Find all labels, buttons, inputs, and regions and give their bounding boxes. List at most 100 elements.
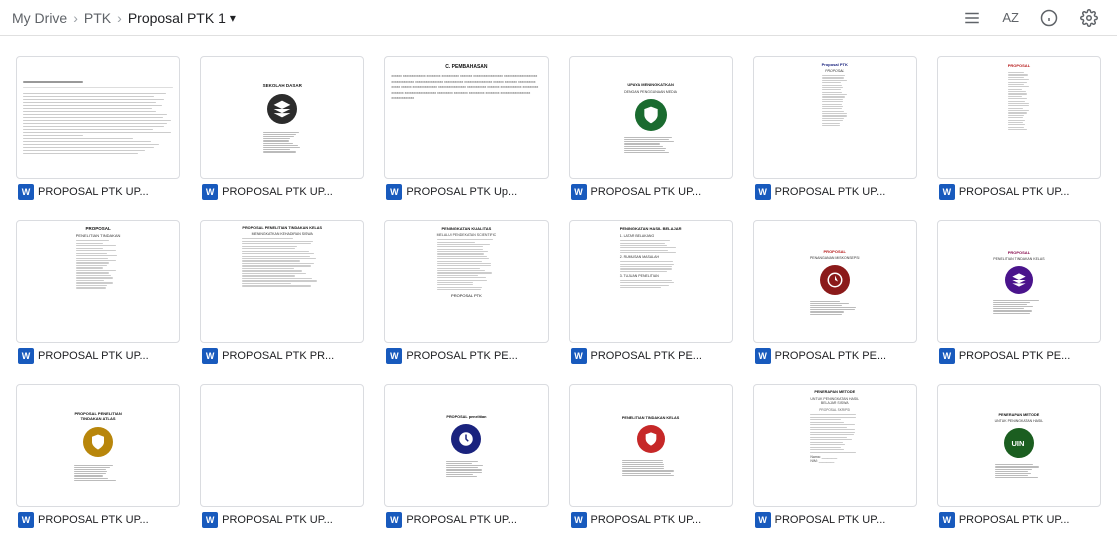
file-name: PROPOSAL PTK UP... — [959, 514, 1099, 526]
word-icon: W — [571, 348, 587, 364]
breadcrumb-current[interactable]: Proposal PTK 1 ▾ — [128, 10, 236, 26]
file-item[interactable]: PROPOSAL PENELITIAN TINDAKAN W PROPOSAL P… — [12, 216, 184, 368]
file-item[interactable]: SEKOLAH DASAR W PROPOSAL PTK UP... — [196, 52, 368, 204]
word-icon: W — [571, 184, 587, 200]
file-name: PROPOSAL PTK UP... — [591, 514, 731, 526]
dropdown-icon[interactable]: ▾ — [230, 11, 236, 25]
file-thumbnail: PROPOSAL PENELITIAN TINDAKAN KELAS MENIN… — [200, 220, 364, 343]
file-item[interactable]: Proposal PTK PROPOSAL W PROPOSAL PTK UP..… — [749, 52, 921, 204]
file-name: PROPOSAL PTK UP... — [775, 514, 915, 526]
file-label: WPROPOSAL PTK UP... — [16, 184, 180, 200]
file-name: PROPOSAL PTK UP... — [775, 186, 915, 198]
file-thumbnail: PROPOSAL — [937, 56, 1101, 179]
word-icon: W — [755, 512, 771, 528]
file-item[interactable]: PROPOSAL PENANGANAN MISKONSEPSI W PROPOSA… — [749, 216, 921, 368]
file-label: W PROPOSAL PTK UP... — [569, 512, 733, 528]
word-icon: W — [386, 184, 402, 200]
header-bar: My Drive › PTK › Proposal PTK 1 ▾ AZ — [0, 0, 1117, 36]
list-view-button[interactable] — [956, 2, 988, 34]
file-thumbnail: PROPOSAL penelitian — [384, 384, 548, 507]
svg-text:UIN: UIN — [1011, 439, 1024, 448]
word-icon: W — [202, 184, 218, 200]
word-icon: W — [18, 348, 34, 364]
file-label: W PROPOSAL PTK UP... — [16, 512, 180, 528]
sort-button[interactable]: AZ — [996, 6, 1025, 29]
file-item[interactable]: PENERAPAN METODE UNTUK PENINGKATAN HASIL… — [749, 380, 921, 532]
file-thumbnail: PENERAPAN METODE UNTUK PENINGKATAN HASIL… — [937, 384, 1101, 507]
file-item[interactable]: WPROPOSAL PTK UP... — [12, 52, 184, 204]
file-label: W PROPOSAL PTK PE... — [937, 348, 1101, 364]
word-icon: W — [202, 348, 218, 364]
file-label: WPROPOSAL PTK PE... — [384, 348, 548, 364]
file-item[interactable]: PENELITIAN TINDAKAN KELAS W PROPOSAL PTK … — [565, 380, 737, 532]
file-thumbnail: C. PEMBAHASAN xxxxxx xxxxxxxxxxxxx xxxxx… — [384, 56, 548, 179]
file-item[interactable]: UPAYA MENINGKATKAN DENGAN PENGGUNAAN MED… — [565, 52, 737, 204]
file-item[interactable]: PENINGKATAN HASIL BELAJAR 1. LATAR BELAK… — [565, 216, 737, 368]
file-item[interactable]: PROPOSAL PENELITIAN TINDAKAN KELAS MENIN… — [196, 216, 368, 368]
file-item[interactable]: PENERAPAN METODE UNTUK PENINGKATAN HASIL… — [933, 380, 1105, 532]
file-name: PROPOSAL PTK UP... — [222, 514, 362, 526]
file-name: PROPOSAL PTK PE... — [959, 350, 1099, 362]
file-item[interactable]: PENINGKATAN KUALITAS MELALUI PENDEKATAN … — [380, 216, 552, 368]
file-thumbnail: PENINGKATAN HASIL BELAJAR 1. LATAR BELAK… — [569, 220, 733, 343]
word-icon: W — [939, 512, 955, 528]
file-thumbnail: PENELITIAN TINDAKAN KELAS — [569, 384, 733, 507]
file-label: W PROPOSAL PTK PE... — [569, 348, 733, 364]
file-label: W PROPOSAL PTK PR... — [200, 348, 364, 364]
settings-button[interactable] — [1073, 2, 1105, 34]
file-name: PROPOSAL PTK UP... — [222, 186, 362, 198]
file-thumbnail: Proposal PTK PROPOSAL — [753, 56, 917, 179]
header-actions: AZ — [956, 2, 1105, 34]
file-item[interactable]: PROPOSAL WPROPOSAL PTK UP... — [933, 52, 1105, 204]
breadcrumb-folder[interactable]: PTK — [84, 10, 111, 26]
word-icon: W — [18, 512, 34, 528]
file-thumbnail: PENERAPAN METODE UNTUK PENINGKATAN HASIL… — [753, 384, 917, 507]
file-name: PROPOSAL PTK PE... — [775, 350, 915, 362]
file-name: PROPOSAL PTK UP... — [406, 514, 546, 526]
file-name: PROPOSAL PTK Up... — [406, 186, 546, 198]
file-thumbnail: UPAYA MENINGKATKAN DENGAN PENGGUNAAN MED… — [569, 56, 733, 179]
file-name: PROPOSAL PTK PE... — [591, 350, 731, 362]
breadcrumb-root[interactable]: My Drive — [12, 10, 67, 26]
file-name: PROPOSAL PTK UP... — [38, 350, 178, 362]
file-thumbnail — [200, 384, 364, 507]
file-grid: WPROPOSAL PTK UP... SEKOLAH DASAR WPROPO… — [12, 52, 1105, 532]
word-icon: W — [386, 512, 402, 528]
file-label: W PROPOSAL PTK PE... — [753, 348, 917, 364]
file-thumbnail: PROPOSAL PENANGANAN MISKONSEPSI — [753, 220, 917, 343]
file-thumbnail: SEKOLAH DASAR — [200, 56, 364, 179]
file-label: W PROPOSAL PTK UP... — [200, 184, 364, 200]
file-name: PROPOSAL PTK UP... — [38, 514, 178, 526]
file-thumbnail — [16, 56, 180, 179]
breadcrumb-sep2: › — [117, 10, 122, 26]
file-label: W PROPOSAL PTK UP... — [384, 512, 548, 528]
file-name: PROPOSAL PTK PR... — [222, 350, 362, 362]
file-label: W PROPOSAL PTK UP... — [753, 512, 917, 528]
file-thumbnail: PENINGKATAN KUALITAS MELALUI PENDEKATAN … — [384, 220, 548, 343]
file-grid-container: WPROPOSAL PTK UP... SEKOLAH DASAR WPROPO… — [0, 36, 1117, 543]
word-icon: W — [18, 184, 34, 200]
word-icon: W — [755, 348, 771, 364]
file-item[interactable]: PROPOSAL penelitian W PROPOSAL PTK UP... — [380, 380, 552, 532]
word-icon: W — [939, 184, 955, 200]
file-thumbnail: PROPOSAL PENELITIANTINDAKAN ATLAS — [16, 384, 180, 507]
breadcrumb: My Drive › PTK › Proposal PTK 1 ▾ — [12, 10, 956, 26]
file-thumbnail: PROPOSAL PENELITIAN TINDAKAN — [16, 220, 180, 343]
file-name: PROPOSAL PTK UP... — [591, 186, 731, 198]
file-label: W PROPOSAL PTK UP... — [16, 348, 180, 364]
info-button[interactable] — [1033, 2, 1065, 34]
word-icon: W — [755, 184, 771, 200]
file-item[interactable]: W PROPOSAL PTK UP... — [196, 380, 368, 532]
file-item[interactable]: PROPOSAL PENELITIAN TINDAKAN KELAS W PROP… — [933, 216, 1105, 368]
word-icon: W — [939, 348, 955, 364]
file-item[interactable]: PROPOSAL PENELITIANTINDAKAN ATLAS W PROPO… — [12, 380, 184, 532]
file-item[interactable]: C. PEMBAHASAN xxxxxx xxxxxxxxxxxxx xxxxx… — [380, 52, 552, 204]
word-icon: W — [571, 512, 587, 528]
file-label: WPROPOSAL PTK UP... — [937, 184, 1101, 200]
word-icon: W — [202, 512, 218, 528]
file-thumbnail: PROPOSAL PENELITIAN TINDAKAN KELAS — [937, 220, 1101, 343]
file-label: W PROPOSAL PTK UP... — [753, 184, 917, 200]
file-label: W PROPOSAL PTK Up... — [384, 184, 548, 200]
file-label: W PROPOSAL PTK UP... — [200, 512, 364, 528]
word-icon: W — [386, 348, 402, 364]
